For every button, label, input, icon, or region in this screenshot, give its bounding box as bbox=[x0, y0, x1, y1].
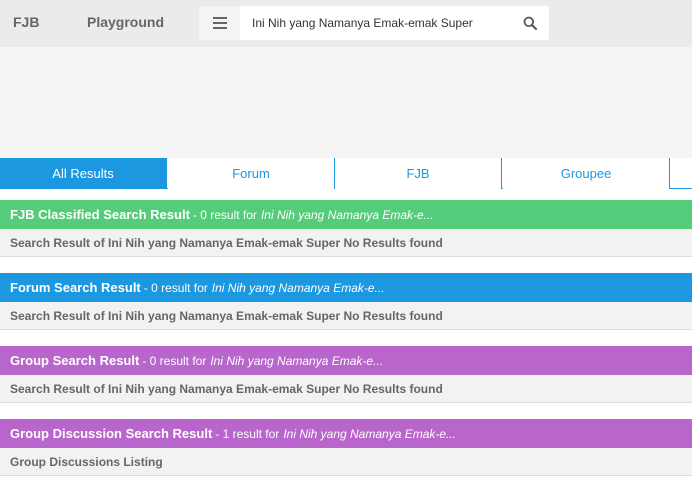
result-query: Ini Nih yang Namanya Emak-e... bbox=[283, 426, 457, 441]
section-title: Group Search Result bbox=[10, 353, 140, 368]
tab-groupee[interactable]: Groupee bbox=[503, 158, 670, 189]
banner-area bbox=[0, 47, 692, 158]
result-query: Ini Nih yang Namanya Emak-e... bbox=[260, 207, 434, 222]
result-count: - 1 result for bbox=[215, 426, 280, 441]
result-count: - 0 result for bbox=[143, 280, 208, 295]
forum-result-body: Search Result of Ini Nih yang Namanya Em… bbox=[0, 302, 692, 330]
result-count: - 0 result for bbox=[192, 207, 257, 222]
section-title: Forum Search Result bbox=[10, 280, 141, 295]
nav-link-fjb[interactable]: FJB bbox=[13, 14, 39, 30]
group-discussion-result-header[interactable]: Group Discussion Search Result - 1 resul… bbox=[0, 419, 692, 448]
fjb-classified-result-body: Search Result of Ini Nih yang Namanya Em… bbox=[0, 229, 692, 257]
group-result-header[interactable]: Group Search Result - 0 result for Ini N… bbox=[0, 346, 692, 375]
search-input[interactable] bbox=[240, 6, 510, 40]
result-query: Ini Nih yang Namanya Emak-e... bbox=[210, 353, 384, 368]
search-icon[interactable] bbox=[511, 6, 549, 40]
section-title: Group Discussion Search Result bbox=[10, 426, 213, 441]
result-tabs: All Results Forum FJB Groupee bbox=[0, 158, 692, 189]
search-box bbox=[199, 6, 549, 40]
group-discussion-listing[interactable]: Group Discussions Listing bbox=[0, 448, 692, 476]
top-navigation-bar: FJB Playground bbox=[0, 0, 692, 47]
result-query: Ini Nih yang Namanya Emak-e... bbox=[211, 280, 385, 295]
tab-fjb[interactable]: FJB bbox=[335, 158, 502, 189]
group-result-body: Search Result of Ini Nih yang Namanya Em… bbox=[0, 375, 692, 403]
result-count: - 0 result for bbox=[142, 353, 207, 368]
forum-result-header[interactable]: Forum Search Result - 0 result for Ini N… bbox=[0, 273, 692, 302]
tab-all-results[interactable]: All Results bbox=[0, 158, 167, 189]
hamburger-menu-icon[interactable] bbox=[199, 6, 240, 40]
fjb-classified-result-header[interactable]: FJB Classified Search Result - 0 result … bbox=[0, 200, 692, 229]
nav-link-playground[interactable]: Playground bbox=[87, 14, 164, 30]
section-title: FJB Classified Search Result bbox=[10, 207, 190, 222]
tab-forum[interactable]: Forum bbox=[168, 158, 335, 189]
